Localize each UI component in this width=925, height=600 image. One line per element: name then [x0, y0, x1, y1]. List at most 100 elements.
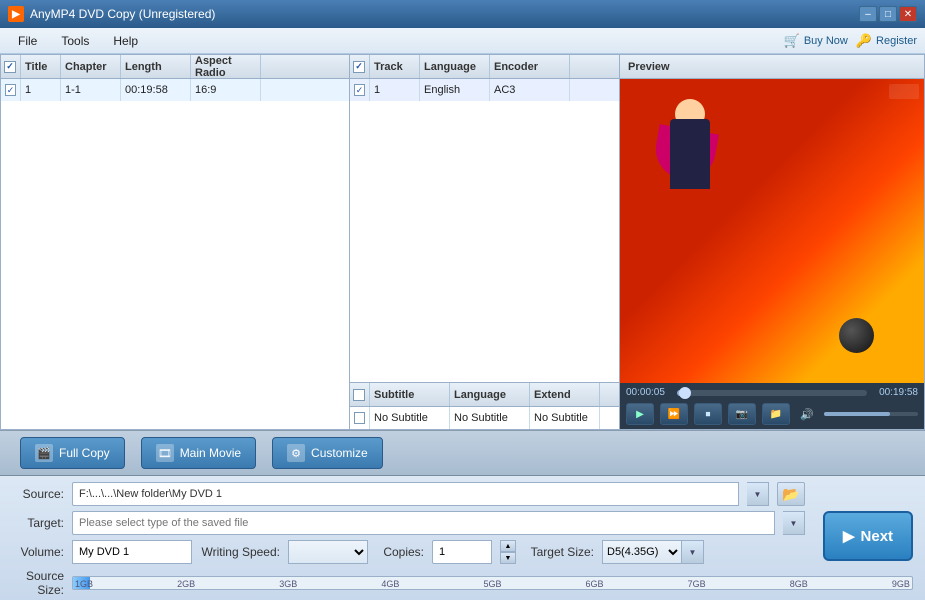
folder-button[interactable]: 📁 [762, 403, 790, 425]
menu-bar: File Tools Help 🛒 Buy Now 🔑 Register [0, 28, 925, 54]
copies-stepper: ▲ ▼ [500, 540, 516, 564]
preview-video [620, 79, 924, 383]
audio-row-checkbox[interactable] [354, 84, 365, 96]
title-bar: ▶ AnyMP4 DVD Copy (Unregistered) – □ ✕ [0, 0, 925, 28]
right-panel: Track Language Encoder 1 English AC3 Sub… [350, 54, 620, 430]
subtitle-table: Subtitle Language Extend No Subtitle No … [350, 382, 619, 429]
next-label: Next [861, 528, 894, 545]
buy-now-label: Buy Now [804, 35, 848, 47]
th-check [1, 55, 21, 78]
action-bar: 🎬 Full Copy 🎞 Main Movie ⚙ Customize [0, 430, 925, 476]
target-dropdown-button[interactable]: ▼ [783, 511, 805, 535]
subtitle-row[interactable]: No Subtitle No Subtitle No Subtitle [350, 407, 619, 429]
volume-bar[interactable] [824, 412, 918, 416]
target-size-select[interactable]: D5(4.35G) [602, 540, 682, 564]
customize-button[interactable]: ⚙ Customize [272, 437, 383, 469]
cart-icon: 🛒 [784, 33, 800, 49]
size-bar-container: 1GB 2GB 3GB 4GB 5GB 6GB 7GB 8GB 9GB [72, 576, 913, 590]
main-table-header: Title Chapter Length Aspect Radio [1, 55, 349, 79]
form-area: Source: ▼ 📂 Target: ▼ Volume: Writing Sp… [0, 476, 925, 600]
copies-up-button[interactable]: ▲ [500, 540, 516, 552]
time-start: 00:00:05 [626, 387, 671, 398]
target-next-row: Target: ▼ Volume: Writing Speed: Copies:… [12, 511, 913, 564]
copies-down-button[interactable]: ▼ [500, 552, 516, 564]
writing-speed-label: Writing Speed: [200, 545, 280, 559]
table-row[interactable]: 1 1-1 00:19:58 16:9 [1, 79, 349, 101]
close-button[interactable]: ✕ [899, 6, 917, 22]
writing-speed-container [288, 540, 368, 564]
menu-file[interactable]: File [8, 31, 47, 51]
main-area: Title Chapter Length Aspect Radio 1 1-1 … [0, 54, 925, 430]
buy-now-button[interactable]: 🛒 Buy Now [784, 33, 848, 49]
source-input[interactable] [72, 482, 739, 506]
menu-help[interactable]: Help [103, 31, 148, 51]
target-label: Target: [12, 516, 64, 530]
progress-bar: 00:00:05 00:19:58 [626, 387, 918, 398]
target-size-label: Target Size: [524, 545, 594, 559]
th-chapter: Chapter [61, 55, 121, 78]
stop-button[interactable]: ⏹ [694, 403, 722, 425]
writing-speed-select[interactable] [288, 540, 368, 564]
fast-forward-button[interactable]: ⏩ [660, 403, 688, 425]
sub-th-subtitle: Subtitle [370, 383, 450, 406]
size-5gb: 5GB [483, 577, 501, 590]
audio-row-language: English [420, 79, 490, 101]
source-row: Source: ▼ 📂 [12, 482, 913, 506]
audio-th-encoder: Encoder [490, 55, 570, 78]
progress-thumb[interactable] [679, 387, 691, 399]
volume-input[interactable] [72, 540, 192, 564]
maximize-button[interactable]: □ [879, 6, 897, 22]
app-icon: ▶ [8, 6, 24, 22]
row-aspect: 16:9 [191, 79, 261, 101]
size-dropdown-button[interactable]: ▼ [682, 540, 704, 564]
main-movie-button[interactable]: 🎞 Main Movie [141, 437, 256, 469]
progress-track[interactable] [677, 390, 867, 396]
preview-label: Preview [620, 55, 924, 79]
next-button[interactable]: ▶ Next [823, 511, 913, 561]
row-checkbox[interactable] [5, 84, 16, 96]
row-check[interactable] [1, 79, 21, 101]
audio-row-check[interactable] [350, 79, 370, 101]
figure-body [670, 119, 710, 189]
full-copy-button[interactable]: 🎬 Full Copy [20, 437, 125, 469]
sub-row-checkbox[interactable] [354, 412, 365, 424]
audio-row[interactable]: 1 English AC3 [350, 79, 619, 101]
target-input[interactable] [72, 511, 775, 535]
th-aspect: Aspect Radio [191, 55, 261, 78]
sub-header-checkbox[interactable] [353, 389, 365, 401]
left-panel: Title Chapter Length Aspect Radio 1 1-1 … [0, 54, 350, 430]
source-browse-button[interactable]: 📂 [777, 482, 805, 506]
playback-controls: ▶ ⏩ ⏹ 📷 📁 🔊 [626, 403, 918, 425]
source-dropdown-button[interactable]: ▼ [747, 482, 769, 506]
size-1gb: 1GB [75, 577, 93, 590]
sub-th-language: Language [450, 383, 530, 406]
volume-fill [824, 412, 890, 416]
play-button[interactable]: ▶ [626, 403, 654, 425]
audio-header-checkbox[interactable] [353, 61, 365, 73]
audio-th-track: Track [370, 55, 420, 78]
row-chapter: 1-1 [61, 79, 121, 101]
size-6gb: 6GB [586, 577, 604, 590]
register-button[interactable]: 🔑 Register [856, 33, 917, 49]
customize-icon: ⚙ [287, 444, 305, 462]
sub-row-check[interactable] [350, 407, 370, 429]
menu-tools[interactable]: Tools [51, 31, 99, 51]
top-actions: 🛒 Buy Now 🔑 Register [784, 28, 925, 54]
volume-label: Volume: [12, 545, 64, 559]
copies-input[interactable] [432, 540, 492, 564]
video-overlay [889, 84, 919, 99]
audio-row-track: 1 [370, 79, 420, 101]
minimize-button[interactable]: – [859, 6, 877, 22]
audio-th-language: Language [420, 55, 490, 78]
source-label: Source: [12, 487, 64, 501]
size-9gb: 9GB [892, 577, 910, 590]
size-4gb: 4GB [381, 577, 399, 590]
size-7gb: 7GB [688, 577, 706, 590]
sub-row-extend: No Subtitle [530, 407, 600, 429]
video-background [620, 79, 924, 383]
screenshot-button[interactable]: 📷 [728, 403, 756, 425]
main-movie-icon: 🎞 [156, 444, 174, 462]
sub-row-subtitle: No Subtitle [370, 407, 450, 429]
size-3gb: 3GB [279, 577, 297, 590]
header-checkbox[interactable] [4, 61, 16, 73]
